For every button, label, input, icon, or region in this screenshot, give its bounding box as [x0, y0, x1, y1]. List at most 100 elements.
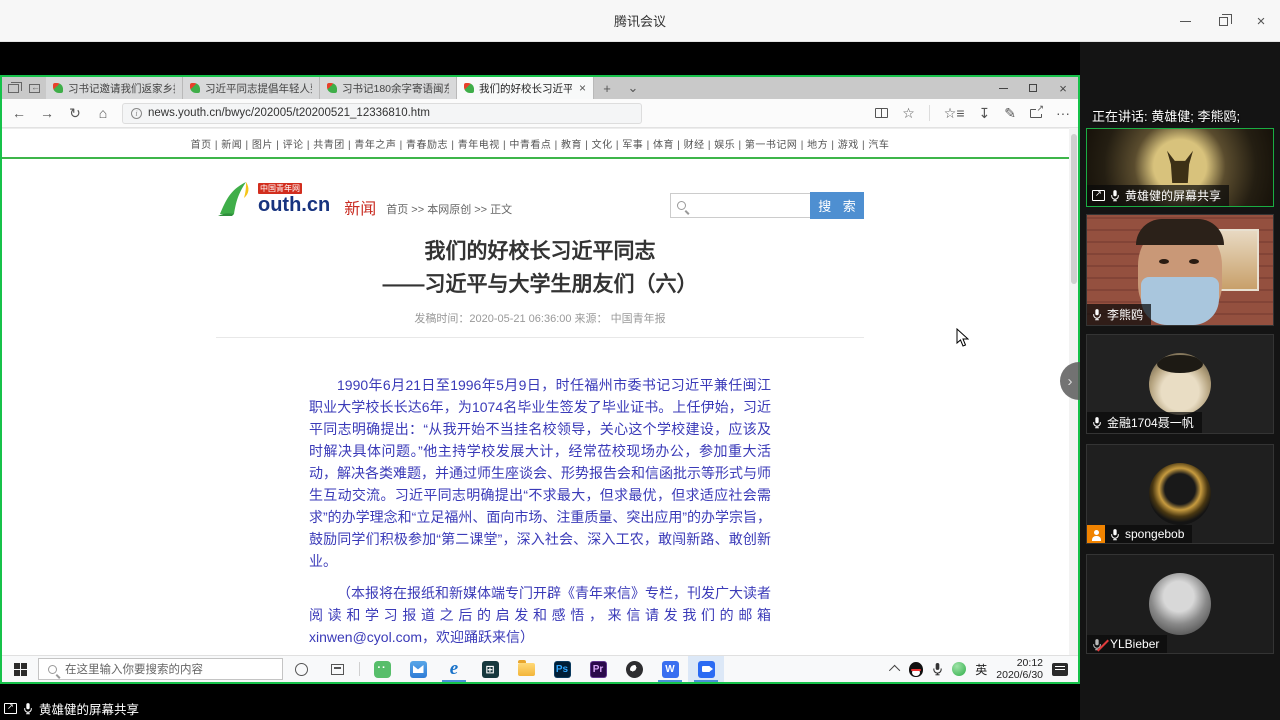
tencent-meeting-icon — [698, 661, 715, 678]
favorites-hub-icon[interactable]: ☆≡ — [944, 105, 965, 122]
url-box[interactable]: i — [122, 103, 642, 124]
participant-name: 金融1704聂一帆 — [1107, 414, 1194, 431]
youthcn-logo-leaf-icon — [216, 180, 256, 218]
browser-minimize-button[interactable] — [988, 77, 1018, 99]
round-app-taskbar-button[interactable] — [616, 656, 652, 682]
browser-tab-3[interactable]: 习书记180余字寄语闽东大学 — [320, 77, 457, 99]
participant-tile-4[interactable]: spongebob — [1086, 444, 1274, 544]
url-input[interactable] — [148, 107, 633, 119]
refresh-icon[interactable]: ↻ — [66, 105, 84, 122]
participant-tile-3[interactable]: 金融1704聂一帆 — [1086, 334, 1274, 434]
web-note-pen-icon[interactable]: ✎ — [1004, 105, 1016, 122]
article-meta: 发稿时间：2020-05-21 06:36:00 来源： 中国青年报 — [216, 310, 864, 326]
divider — [216, 337, 864, 338]
participant-tile-2[interactable]: 李熊鸥 — [1086, 214, 1274, 326]
close-button[interactable]: × — [1242, 0, 1280, 42]
taskbar-search-placeholder: 在这里输入你要搜索的内容 — [65, 661, 203, 677]
cortana-button[interactable] — [283, 656, 319, 682]
more-menu-icon[interactable]: ··· — [1056, 105, 1070, 121]
web-page: 首页 | 新闻 | 图片 | 评论 | 共青团 | 青年之声 | 青春励志 | … — [2, 128, 1078, 655]
site-info-icon[interactable]: i — [131, 108, 142, 119]
member-role-badge-icon — [1087, 525, 1105, 543]
divider — [359, 662, 360, 676]
browser-maximize-button[interactable] — [1018, 77, 1048, 99]
qq-tray-icon[interactable] — [909, 662, 923, 677]
meeting-titlebar: 腾讯会议 × — [0, 0, 1280, 42]
avatar — [1149, 463, 1211, 525]
participant-tile-1[interactable]: 黄雄健的屏幕共享 — [1086, 128, 1274, 207]
logo-domain: outh.cn — [258, 194, 330, 216]
article-title-line2: ——习近平与大学生朋友们（六） — [216, 268, 864, 301]
round-app-icon — [626, 661, 643, 678]
cortana-icon — [295, 663, 308, 676]
antivirus-tray-icon[interactable] — [952, 662, 966, 676]
restore-button[interactable] — [1204, 0, 1242, 42]
taskbar-search-box[interactable]: 在这里输入你要搜索的内容 — [38, 658, 283, 680]
article-paragraph: 1990年6月21日至1996年5月9日，时任福州市委书记习近平兼任闽江职业大学… — [309, 374, 771, 572]
divider — [929, 105, 930, 121]
favorite-star-icon[interactable]: ☆ — [902, 105, 915, 122]
browser-tab-2[interactable]: 习近平同志提倡年轻人要“自 — [183, 77, 320, 99]
participant-tile-5[interactable]: YLBieber — [1086, 554, 1274, 654]
tab-title: 习书记180余字寄语闽东大学 — [342, 81, 449, 96]
windows-taskbar: 在这里输入你要搜索的内容 e Ps Pr W — [2, 655, 1078, 682]
speaking-indicator: 正在讲话: 黄雄健; 李熊鸥; — [1092, 106, 1240, 125]
start-button[interactable] — [2, 656, 38, 682]
browser-close-button[interactable]: × — [1048, 77, 1078, 99]
action-center-icon[interactable] — [1052, 663, 1068, 676]
reading-view-icon[interactable] — [875, 108, 888, 118]
premiere-taskbar-button[interactable]: Pr — [580, 656, 616, 682]
file-explorer-taskbar-button[interactable] — [508, 656, 544, 682]
photoshop-taskbar-button[interactable]: Ps — [544, 656, 580, 682]
avatar — [1149, 573, 1211, 635]
scrollbar-thumb[interactable] — [1071, 134, 1077, 284]
set-tabs-aside-icon[interactable] — [8, 84, 19, 93]
mic-icon — [1092, 416, 1102, 429]
mic-icon — [1110, 189, 1120, 202]
tab-favicon — [190, 83, 200, 93]
browser-tab-1[interactable]: 习书记邀请我们返家乡搞农 — [46, 77, 183, 99]
muted-slash-icon — [1096, 639, 1109, 652]
input-language-indicator[interactable]: 英 — [975, 661, 987, 678]
channel-label[interactable]: 新闻 — [344, 195, 376, 219]
breadcrumb[interactable]: 首页 >> 本网原创 >> 正文 — [386, 201, 512, 217]
meeting-title: 腾讯会议 — [614, 11, 666, 30]
tab-favicon — [464, 83, 474, 93]
restore-icon — [1219, 17, 1228, 26]
download-icon[interactable]: ↧ — [979, 105, 991, 122]
time: 20:12 — [996, 657, 1043, 669]
edge-taskbar-button[interactable]: e — [436, 656, 472, 682]
tab-preview-chevron-icon[interactable]: ⌄ — [620, 77, 646, 99]
tray-expand-icon[interactable] — [889, 665, 900, 676]
site-search-input[interactable] — [692, 199, 802, 213]
back-icon[interactable]: ← — [10, 105, 28, 121]
task-view-button[interactable] — [319, 656, 355, 682]
browser-tab-4-active[interactable]: 我们的好校长习近平同志 × — [457, 77, 594, 99]
wechat-taskbar-button[interactable] — [364, 656, 400, 682]
mail-taskbar-button[interactable] — [400, 656, 436, 682]
forward-icon[interactable]: → — [38, 105, 56, 121]
wps-taskbar-button[interactable]: W — [652, 656, 688, 682]
share-status-text: 黄雄健的屏幕共享 — [39, 699, 139, 718]
microphone-tray-icon[interactable] — [932, 662, 943, 676]
participant-name: spongebob — [1125, 527, 1184, 541]
mic-icon — [23, 702, 33, 715]
site-search-box[interactable] — [670, 193, 810, 218]
store-taskbar-button[interactable] — [472, 656, 508, 682]
site-search-button[interactable]: 搜 索 — [810, 192, 864, 219]
tab-close-icon[interactable]: × — [577, 81, 586, 95]
minimize-button[interactable] — [1166, 0, 1204, 42]
home-icon[interactable]: ⌂ — [94, 105, 112, 121]
youthcn-logo[interactable]: 中国青年网 outh.cn — [258, 183, 330, 216]
close-icon: × — [1059, 81, 1067, 96]
folder-icon — [518, 663, 535, 676]
share-icon[interactable] — [1030, 109, 1042, 118]
site-nav[interactable]: 首页 | 新闻 | 图片 | 评论 | 共青团 | 青年之声 | 青春励志 | … — [2, 128, 1078, 159]
store-icon — [482, 661, 499, 678]
restore-tabs-icon[interactable] — [29, 84, 40, 93]
taskbar-clock[interactable]: 20:12 2020/6/30 — [996, 657, 1043, 681]
browser-tabbar: 习书记邀请我们返家乡搞农 习近平同志提倡年轻人要“自 习书记180余字寄语闽东大… — [2, 77, 1078, 99]
tencent-meeting-taskbar-button[interactable] — [688, 656, 724, 682]
tab-favicon — [327, 83, 337, 93]
new-tab-button[interactable]: + — [594, 77, 620, 99]
